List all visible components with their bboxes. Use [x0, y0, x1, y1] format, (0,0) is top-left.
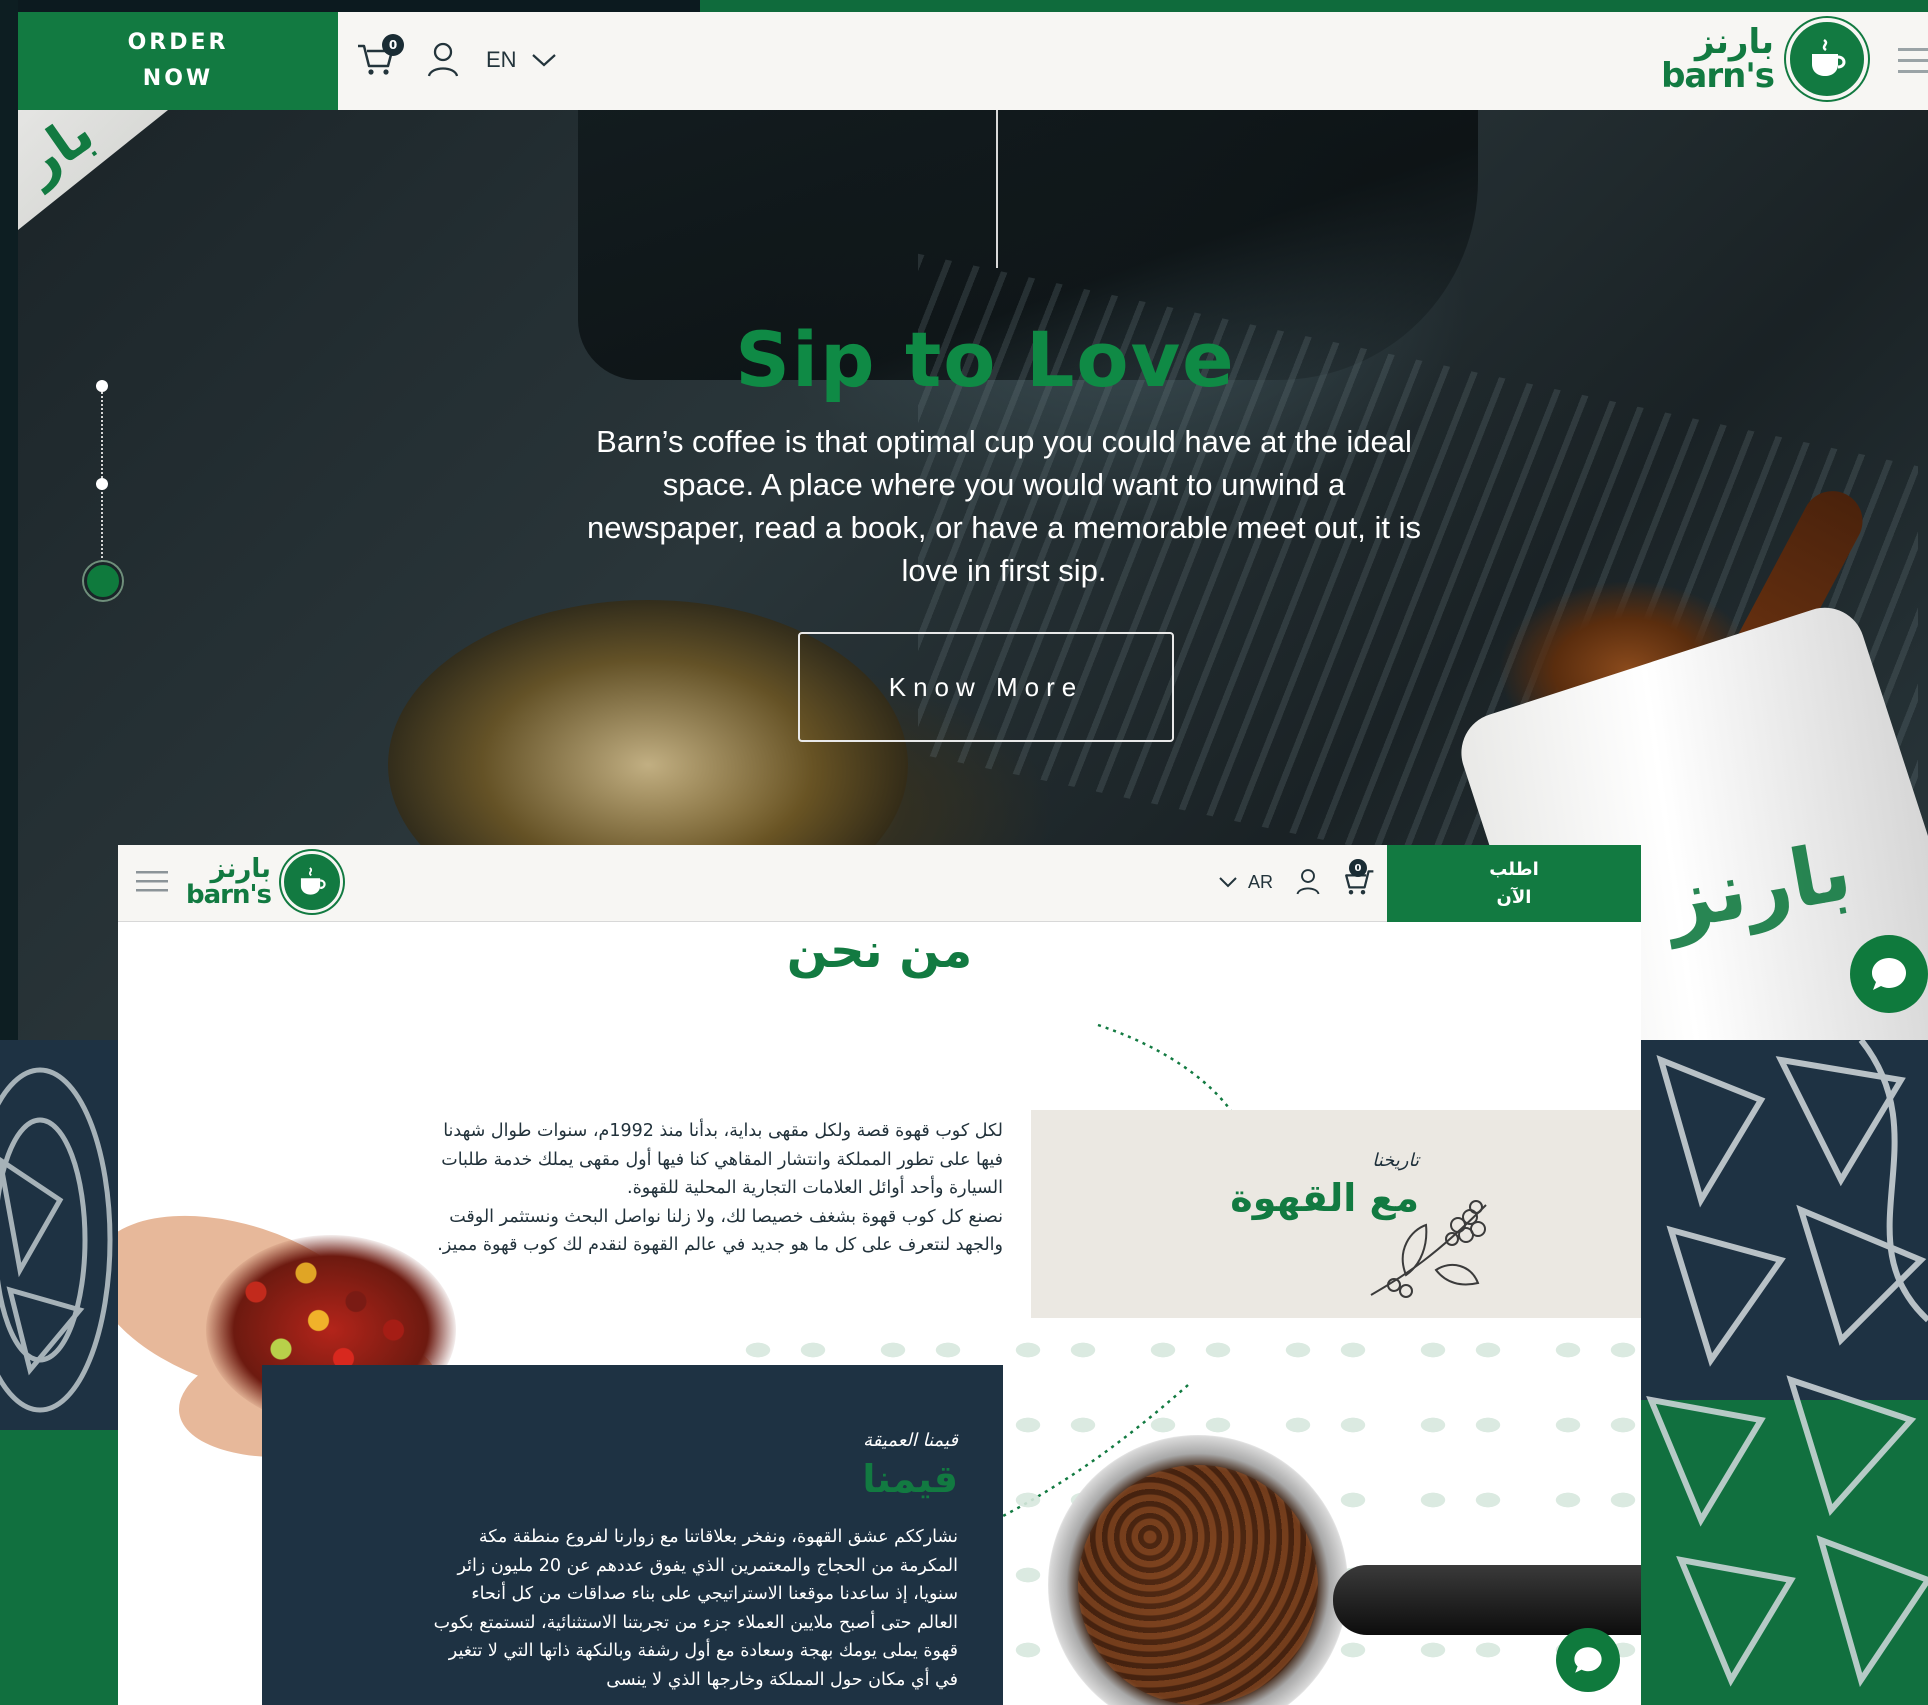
brand-banner-corner: بار [18, 110, 168, 230]
user-icon[interactable] [426, 40, 460, 80]
values-description: نشارككم عشق القهوة، ونفخر بعلاقاتنا مع ز… [433, 1527, 958, 1690]
logo-arabic: بارنز [1694, 22, 1774, 62]
about-title: من نحن [786, 923, 973, 979]
brand-logo[interactable]: بارنز barn's [1661, 18, 1868, 100]
language-label-ar: AR [1248, 871, 1274, 892]
order-now-line1-ar: اطلب [1489, 858, 1539, 880]
chat-button-ar[interactable] [1556, 1628, 1620, 1692]
chat-button[interactable] [1850, 935, 1928, 1013]
chat-icon [1872, 958, 1906, 990]
hamburger-icon[interactable] [1898, 42, 1928, 78]
coffee-cup-icon [280, 851, 343, 913]
about-paragraph-2: نصنع كل كوب قهوة بشغف خصيصا لك، ولا زلنا… [437, 1206, 1003, 1256]
order-now-button[interactable]: ORDER NOW [18, 12, 338, 110]
logo-english: barn's [186, 880, 272, 910]
site-header-en: ORDER NOW 0 EN بارنز barn's [18, 12, 1928, 110]
cart-button[interactable]: 0 [356, 34, 404, 82]
hero-description: Barn’s coffee is that optimal cup you co… [586, 424, 1422, 588]
order-now-button-ar[interactable]: اطلب الآن [1387, 845, 1641, 922]
cart-count-badge: 0 [1349, 859, 1368, 877]
slider-dot-1[interactable] [96, 380, 108, 392]
values-subtitle: قيمنا العميقة [863, 1430, 958, 1451]
order-now-line2: NOW [142, 66, 214, 91]
top-green-strip [700, 0, 1928, 12]
about-paragraph-1: لكل كوب قهوة قصة ولكل مقهى بداية، بدأنا … [441, 1121, 1003, 1198]
brand-logo-ar[interactable]: بارنز barn's [186, 851, 343, 913]
pattern-panel-right [1641, 1040, 1928, 1705]
hamburger-icon[interactable] [136, 867, 168, 897]
pattern-panel-left [0, 1040, 118, 1705]
site-header-ar: بارنز barn's AR 0 اطلب الآن [118, 845, 1641, 922]
coffee-cup-icon [1786, 18, 1868, 100]
values-card: قيمنا العميقة قيمنا نشارككم عشق القهوة، … [262, 1365, 1003, 1705]
cart-count-badge: 0 [382, 34, 404, 56]
header-tools: 0 EN [356, 34, 557, 82]
slider-dot-3-active[interactable] [84, 562, 122, 600]
language-selector[interactable]: EN [486, 47, 557, 73]
logo-english: barn's [1661, 56, 1775, 96]
cup-brand-mark: بارنز [1658, 824, 1858, 949]
know-more-button[interactable]: Know More [798, 632, 1174, 742]
values-title: قيمنا [862, 1457, 958, 1501]
slider-pagination [82, 380, 122, 600]
chat-icon [1574, 1647, 1602, 1673]
order-now-line1: ORDER [127, 30, 229, 55]
history-subtitle: تاريخنا [1372, 1150, 1419, 1171]
coffee-branch-icon [1370, 1200, 1487, 1298]
user-icon[interactable] [1295, 867, 1321, 897]
order-now-line2-ar: الآن [1496, 886, 1532, 908]
language-label: EN [486, 47, 517, 72]
header-tools-ar: AR 0 [1218, 859, 1377, 899]
logo-wordmark-ar: بارنز barn's [186, 854, 272, 910]
chevron-down-icon [1219, 877, 1237, 888]
logo-arabic: بارنز [210, 854, 271, 884]
hero-divider-line [996, 110, 998, 268]
chevron-down-icon [531, 54, 556, 67]
logo-wordmark: بارنز barn's [1661, 22, 1775, 96]
language-selector-ar[interactable]: AR [1218, 872, 1273, 893]
slider-dot-2[interactable] [96, 478, 108, 490]
portafilter-handle-image [1333, 1565, 1641, 1635]
cart-button-ar[interactable]: 0 [1343, 859, 1377, 899]
hero-title: Sip to Love [735, 315, 1236, 404]
history-card: تاريخنا مع القهوة [1031, 1110, 1641, 1318]
about-description: لكل كوب قهوة قصة ولكل مقهى بداية، بدأنا … [418, 1117, 1003, 1260]
arabic-page: بارنز barn's AR 0 اطلب الآن من نحن تاريخ… [118, 845, 1641, 1705]
